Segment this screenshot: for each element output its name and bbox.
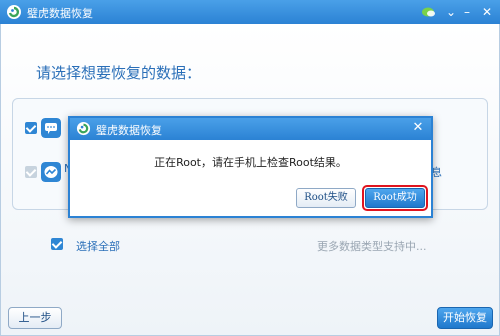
sms-checkbox[interactable] xyxy=(25,122,37,134)
messenger-checkbox[interactable] xyxy=(25,166,37,178)
dialog-message: 正在Root，请在手机上检查Root结果。 xyxy=(154,156,347,169)
page-heading: 请选择想要恢复的数据： xyxy=(36,64,202,82)
dialog-titlebar: 璧虎数据恢复 ✕ xyxy=(70,118,431,140)
app-logo-icon xyxy=(7,5,21,19)
root-failed-button[interactable]: Root失败 xyxy=(296,188,356,208)
previous-step-button[interactable]: 上一步 xyxy=(8,307,62,329)
root-dialog: 璧虎数据恢复 ✕ 正在Root，请在手机上检查Root结果。 Root失败 Ro… xyxy=(68,116,433,218)
dialog-body: 正在Root，请在手机上检查Root结果。 Root失败 Root成功 xyxy=(70,140,431,216)
select-all-checkbox[interactable] xyxy=(51,238,63,250)
window-titlebar: 璧虎数据恢复 ⌄ – ✕ xyxy=(0,0,500,24)
select-all-label[interactable]: 选择全部 xyxy=(76,238,120,254)
messenger-icon xyxy=(41,162,61,182)
start-recovery-button[interactable]: 开始恢复 xyxy=(437,307,493,329)
dialog-close-icon[interactable]: ✕ xyxy=(410,120,426,136)
more-types-note: 更多数据类型支持中... xyxy=(317,240,427,253)
dialog-logo-icon xyxy=(76,121,91,136)
minimize-icon[interactable]: – xyxy=(458,3,476,21)
dialog-title: 璧虎数据恢复 xyxy=(96,124,162,137)
root-success-button[interactable]: Root成功 xyxy=(365,188,425,208)
sms-icon xyxy=(41,118,61,138)
window-title: 璧虎数据恢复 xyxy=(27,7,93,20)
close-icon[interactable]: ✕ xyxy=(478,3,496,21)
wechat-icon[interactable] xyxy=(420,3,438,21)
